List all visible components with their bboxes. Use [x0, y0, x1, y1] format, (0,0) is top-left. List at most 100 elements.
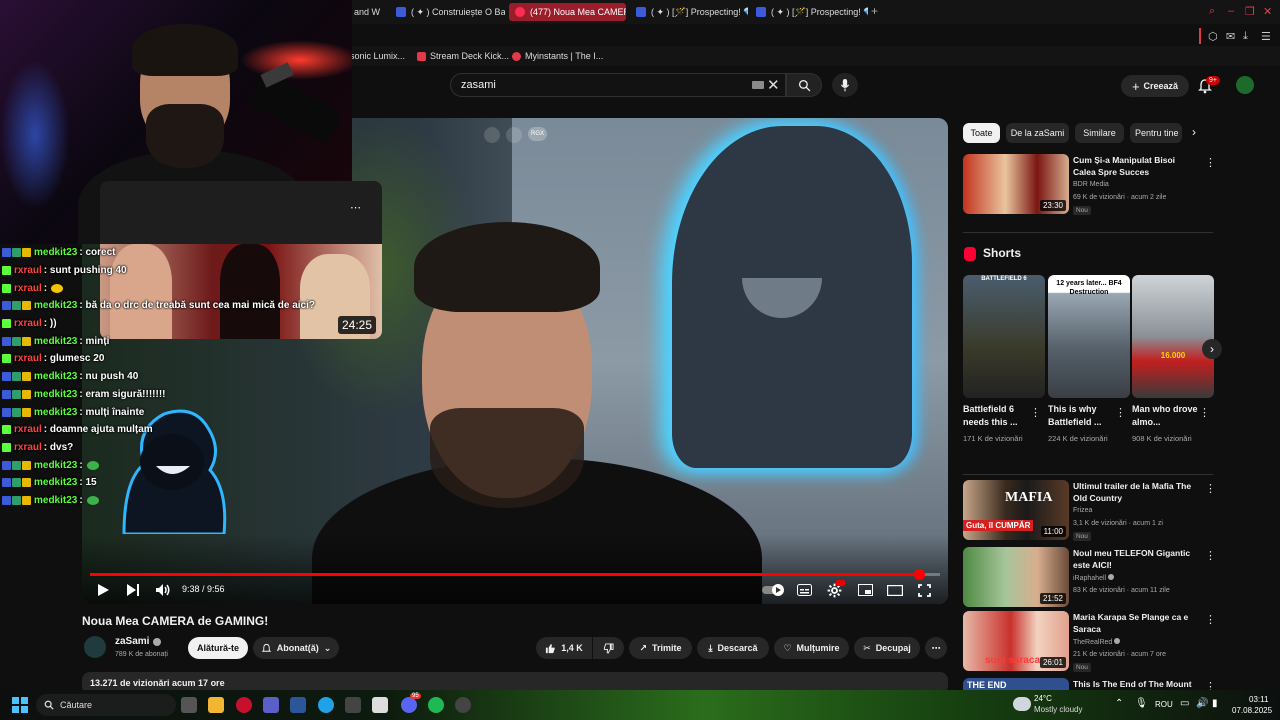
video-thumbnail[interactable]: suni saraca 26:01 — [963, 611, 1069, 671]
keyboard-icon[interactable] — [752, 81, 764, 89]
spotify-icon[interactable] — [428, 697, 444, 713]
edge-icon[interactable] — [318, 697, 334, 713]
more-options-icon[interactable]: ⋮ — [1205, 680, 1213, 690]
more-options-icon[interactable]: ⋮ — [1030, 406, 1041, 419]
new-tab-icon[interactable]: + — [871, 4, 878, 18]
network-icon[interactable]: ▭ — [1180, 698, 1189, 709]
share-button[interactable]: ↗ Trimite — [629, 637, 692, 659]
teams-icon[interactable] — [263, 697, 279, 713]
task-view-icon[interactable] — [181, 697, 197, 713]
channel-name[interactable]: zaSami — [115, 636, 162, 647]
bookmark-1[interactable]: Stream Deck Kick... — [417, 51, 509, 61]
recommended-video[interactable]: suni saraca 26:01 Maria Karapa Se Plange… — [963, 611, 1216, 673]
rgx-extension-badge[interactable]: RGX — [528, 127, 548, 141]
channel-name[interactable]: iRaphahell — [1073, 574, 1115, 582]
more-options-icon[interactable]: ⋮ — [1205, 156, 1216, 169]
progress-scrubber[interactable] — [913, 569, 925, 580]
menu-icon[interactable]: ☰ — [1261, 30, 1271, 43]
browser-tab-3[interactable]: ( ✦ ) [🪄] Prospecting! 💎 — [630, 3, 748, 21]
browser-tab-4[interactable]: ( ✦ ) [🪄] Prospecting! 💎 — [750, 3, 868, 21]
subscribed-button[interactable]: Abonat(ă) ⌄ — [253, 637, 339, 659]
taskbar-search[interactable]: Căutare — [36, 694, 176, 716]
video-title[interactable]: Maria Karapa Se Plange ca e Saraca — [1073, 611, 1198, 635]
chip-from-channel[interactable]: De la zaSami — [1006, 123, 1069, 143]
clip-button[interactable]: ✂ Decupaj — [854, 637, 920, 659]
fullscreen-button[interactable] — [918, 580, 931, 600]
mic-tray-icon[interactable]: 🎙 — [1135, 698, 1148, 709]
opera-gx-icon[interactable] — [236, 697, 252, 713]
browser-tab-0[interactable]: and W — [348, 3, 386, 21]
minimize-icon[interactable]: – — [1228, 5, 1234, 17]
wallet-icon[interactable]: ✉ — [1226, 30, 1235, 43]
download-button[interactable]: ⤓ Descarcă — [697, 637, 769, 659]
channel-name[interactable]: Frizea — [1073, 507, 1092, 514]
search-button[interactable] — [786, 73, 822, 97]
volume-tray-icon[interactable]: 🔊 — [1196, 698, 1208, 709]
more-options-icon[interactable]: ⋯ — [350, 201, 361, 214]
app-icon[interactable] — [345, 697, 361, 713]
search-input[interactable]: zasami — [450, 73, 786, 97]
play-button[interactable] — [96, 580, 110, 600]
chip-for-you[interactable]: Pentru tine — [1130, 123, 1182, 143]
channel-name[interactable]: BDR Media — [1073, 181, 1109, 188]
recommended-video[interactable]: 23:30 Cum Și-a Manipulat Bisoi Calea Spr… — [963, 154, 1216, 216]
next-button[interactable] — [126, 580, 140, 600]
clear-search-icon[interactable]: ✕ — [767, 76, 780, 94]
video-title[interactable]: Noul meu TELEFON Gigantic este AICI! — [1073, 547, 1198, 571]
app-icon[interactable] — [455, 697, 471, 713]
browser-tab-1[interactable]: ( ✦ ) Construiește O Baro — [390, 3, 505, 21]
chip-similar[interactable]: Similare — [1075, 123, 1124, 143]
recommended-video[interactable]: 21:52 Noul meu TELEFON Gigantic este AIC… — [963, 547, 1216, 609]
video-thumbnail[interactable]: MAFIA Guta, îl CUMPĂR 11:00 — [963, 480, 1069, 540]
chips-next-chevron-icon[interactable]: › — [1192, 125, 1196, 139]
settings-button[interactable] — [827, 580, 845, 600]
voice-search-button[interactable] — [832, 73, 858, 97]
thanks-button[interactable]: ♡ Mulțumire — [774, 637, 849, 659]
tray-chevron-up-icon[interactable]: ⌃ — [1115, 698, 1123, 709]
weather-cloud-icon[interactable] — [1013, 697, 1031, 711]
pip-icon[interactable] — [484, 127, 500, 143]
more-options-icon[interactable]: ⋮ — [1115, 406, 1126, 419]
more-actions-button[interactable]: ⋯ — [925, 637, 947, 659]
video-title[interactable]: Cum Și-a Manipulat Bisoi Calea Spre Succ… — [1073, 154, 1198, 178]
video-title[interactable]: Ultimul trailer de la Mafia The Old Coun… — [1073, 480, 1198, 504]
video-thumbnail[interactable]: 21:52 — [963, 547, 1069, 607]
video-thumbnail[interactable]: 23:30 — [963, 154, 1069, 214]
short-thumbnail[interactable]: BATTLEFIELD 6 — [963, 275, 1045, 398]
battery-icon[interactable]: ▮ — [1212, 698, 1218, 709]
more-options-icon[interactable]: ⋮ — [1199, 406, 1210, 419]
account-avatar[interactable] — [1236, 76, 1254, 94]
maximize-icon[interactable]: ❐ — [1245, 5, 1255, 18]
download-icon[interactable]: ⤓ — [1243, 30, 1248, 43]
bookmark-0[interactable]: sonic Lumix... — [350, 51, 405, 61]
channel-name[interactable]: TheRealRed — [1073, 638, 1121, 646]
extensions-icon[interactable]: ⬡ — [1208, 30, 1218, 43]
clock-date[interactable]: 07.08.2025 — [1232, 706, 1272, 715]
recommended-video[interactable]: MAFIA Guta, îl CUMPĂR 11:00 Ultimul trai… — [963, 480, 1216, 542]
clock-time[interactable]: 03:11 — [1249, 695, 1268, 704]
more-options-icon[interactable]: ⋮ — [1205, 482, 1216, 495]
cast-icon[interactable] — [506, 127, 522, 143]
short-thumbnail[interactable]: 12 years later... BF4 Destruction — [1048, 275, 1130, 398]
like-button[interactable]: 1,4 K — [536, 637, 592, 659]
join-button[interactable]: Alătură-te — [188, 637, 248, 659]
short-title[interactable]: Man who drove almo... — [1132, 403, 1204, 429]
subtitles-button[interactable] — [797, 580, 812, 600]
create-button[interactable]: + Creează — [1121, 75, 1189, 97]
shorts-next-button[interactable]: › — [1202, 339, 1222, 359]
file-explorer-icon[interactable] — [208, 697, 224, 713]
dislike-button[interactable] — [593, 637, 624, 659]
progress-bar[interactable] — [90, 569, 940, 580]
channel-avatar[interactable] — [84, 636, 106, 658]
bookmark-2[interactable]: Myinstants | The I... — [512, 51, 603, 61]
autoplay-toggle[interactable] — [762, 580, 786, 600]
short-title[interactable]: This is why Battlefield ... — [1048, 403, 1120, 429]
more-options-icon[interactable]: ⋮ — [1205, 613, 1216, 626]
close-window-icon[interactable]: ✕ — [1263, 5, 1272, 18]
theater-mode-button[interactable] — [887, 580, 903, 600]
short-title[interactable]: Battlefield 6 needs this ... — [963, 403, 1035, 429]
search-tabs-icon[interactable]: ⌕ — [1209, 5, 1215, 18]
browser-tab-youtube[interactable]: (477) Noua Mea CAMERA — [509, 3, 626, 21]
language-indicator[interactable]: ROU — [1155, 700, 1173, 709]
short-thumbnail[interactable]: 16.000 — [1132, 275, 1214, 398]
